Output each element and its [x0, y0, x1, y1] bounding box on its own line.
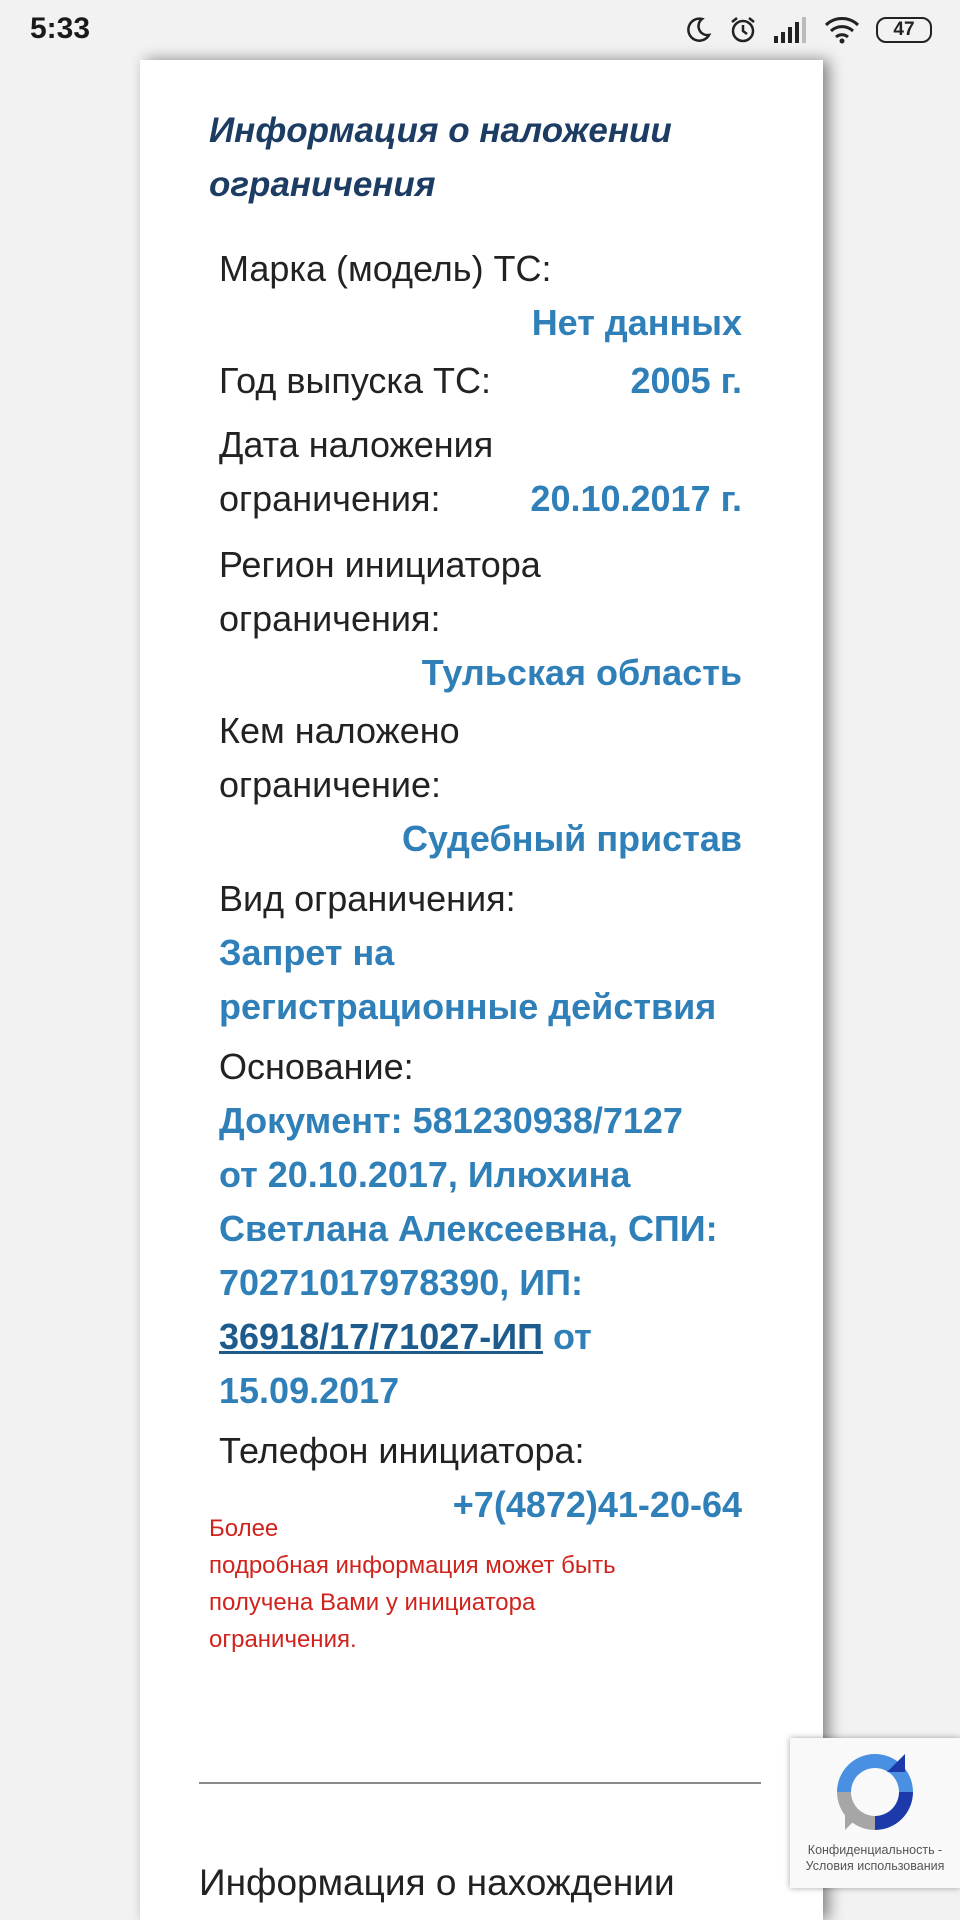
- recaptcha-privacy-link[interactable]: Конфиденциальность -: [790, 1842, 960, 1858]
- info-note: Более подробная информация может быть по…: [209, 1510, 729, 1658]
- model-label: Марка (модель) ТС:: [219, 248, 552, 289]
- region-label-line2: ограничения:: [219, 598, 441, 639]
- basis-line5: 36918/17/71027-ИП от: [219, 1310, 592, 1364]
- type-value-line2: регистрационные действия: [219, 986, 717, 1027]
- type-value-line1: Запрет на: [219, 932, 395, 973]
- note-line2: подробная информация может быть: [209, 1552, 616, 1579]
- section-title: Информация о наложении ограничения: [209, 111, 672, 204]
- date-label-line2: ограничения:: [219, 478, 441, 519]
- region-value: Тульская область: [421, 652, 742, 693]
- next-section-heading: Информация о нахождении: [199, 1862, 675, 1903]
- year-label: Год выпуска ТС:: [219, 360, 491, 401]
- note-line1: Более: [209, 1515, 279, 1542]
- type-label: Вид ограничения:: [219, 878, 516, 919]
- recaptcha-badge[interactable]: Конфиденциальность - Условия использован…: [790, 1738, 960, 1888]
- status-time: 5:33: [30, 12, 91, 45]
- date-label-line1: Дата наложения: [219, 424, 494, 465]
- enforcement-case-link[interactable]: 36918/17/71027-ИП: [219, 1316, 543, 1357]
- basis-line3: Светлана Алексеевна, СПИ:: [219, 1208, 718, 1249]
- status-bar: 5:33 47: [0, 0, 960, 60]
- basis-line2: от 20.10.2017, Илюхина: [219, 1154, 631, 1195]
- region-label-line1: Регион инициатора: [219, 544, 541, 585]
- note-line4: ограничения.: [209, 1626, 357, 1653]
- year-value: 2005 г.: [630, 360, 742, 401]
- basis-line4: 70271017978390, ИП:: [219, 1262, 584, 1303]
- basis-label: Основание:: [219, 1046, 414, 1087]
- signal-icon: [774, 17, 808, 43]
- who-value: Судебный пристав: [401, 818, 742, 859]
- recaptcha-footer: Конфиденциальность - Условия использован…: [790, 1842, 960, 1874]
- status-icons: 47: [684, 10, 932, 50]
- who-label-line1: Кем наложено: [219, 710, 460, 751]
- who-label-line2: ограничение:: [219, 764, 441, 805]
- basis-line6: 15.09.2017: [219, 1370, 400, 1411]
- moon-icon: [684, 16, 712, 44]
- phone-label: Телефон инициатора:: [219, 1430, 585, 1471]
- date-value: 20.10.2017 г.: [530, 478, 742, 519]
- section-divider: [199, 1782, 761, 1784]
- wifi-icon: [824, 16, 860, 44]
- basis-line1: Документ: 581230938/7127: [219, 1100, 683, 1141]
- basis-line5-suffix: от: [543, 1316, 592, 1357]
- note-line3: получена Вами у инициатора: [209, 1589, 536, 1616]
- model-value: Нет данных: [531, 302, 742, 343]
- recaptcha-terms-link[interactable]: Условия использования: [790, 1858, 960, 1874]
- battery-icon: 47: [876, 17, 932, 43]
- alarm-icon: [728, 15, 758, 45]
